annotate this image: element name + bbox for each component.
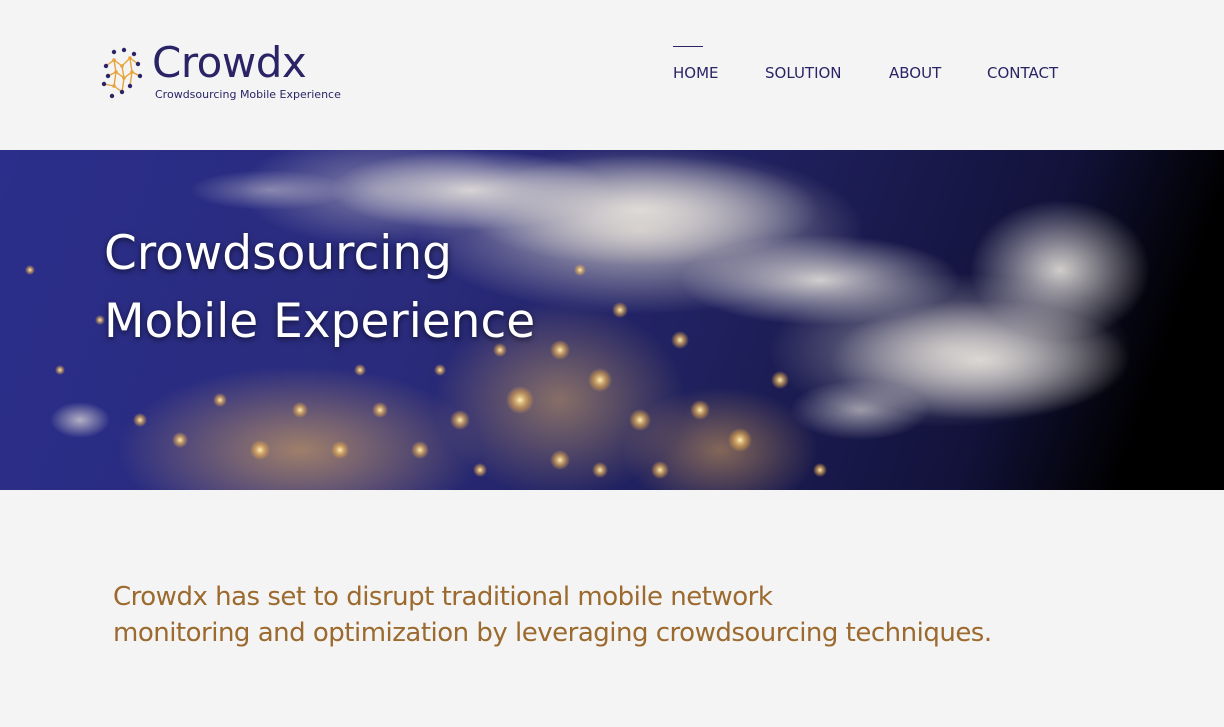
hero-title-line2: Mobile Experience (104, 294, 536, 349)
page: Crowdx Crowdsourcing Mobile Experience H… (0, 0, 1224, 727)
mission-line2: monitoring and optimization by leveragin… (113, 618, 992, 648)
mission-statement: Crowdx has set to disrupt traditional mo… (113, 579, 992, 651)
logo-tagline: Crowdsourcing Mobile Experience (155, 88, 341, 101)
mission-line1: Crowdx has set to disrupt traditional mo… (113, 582, 773, 612)
network-nodes-icon (101, 47, 143, 99)
site-header: Crowdx Crowdsourcing Mobile Experience H… (0, 0, 1224, 150)
nav-item-solution[interactable]: SOLUTION (765, 46, 842, 86)
nav-item-about[interactable]: ABOUT (889, 46, 941, 86)
hero-title-line1: Crowdsourcing (104, 226, 452, 281)
nav-item-contact[interactable]: CONTACT (987, 46, 1058, 86)
hero-banner: Crowdsourcing Mobile Experience (0, 150, 1224, 490)
hero-title: Crowdsourcing Mobile Experience (104, 220, 535, 356)
hero-pointer (530, 490, 640, 510)
logo[interactable]: Crowdx Crowdsourcing Mobile Experience (100, 38, 341, 104)
logo-wordmark: Crowdx (152, 38, 307, 87)
nav-item-home[interactable]: HOME (673, 46, 719, 86)
